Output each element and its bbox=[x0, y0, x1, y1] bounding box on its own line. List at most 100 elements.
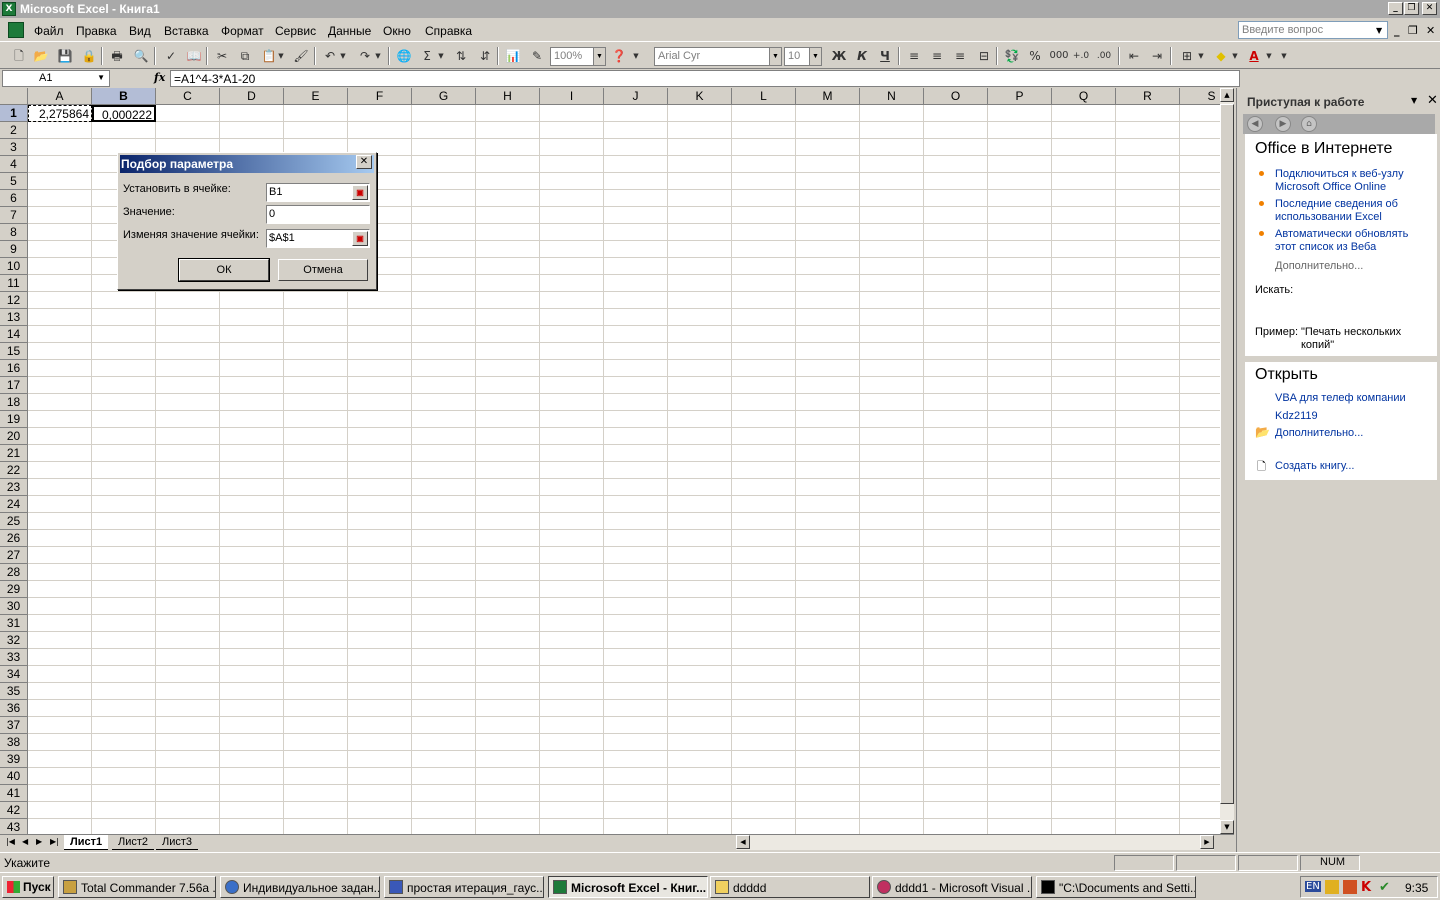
next-sheet-icon[interactable]: ▶ bbox=[36, 837, 42, 846]
column-header-o[interactable]: O bbox=[924, 88, 988, 105]
row-header-7[interactable]: 7 bbox=[0, 207, 28, 224]
task-individual[interactable]: Индивидуальное задан... bbox=[220, 876, 380, 898]
scroll-down-icon[interactable]: ▼ bbox=[1220, 820, 1234, 834]
save-icon[interactable]: 💾 bbox=[56, 47, 74, 65]
prev-sheet-icon[interactable]: ◀ bbox=[22, 837, 28, 846]
doc-minimize-icon[interactable]: _ bbox=[1394, 24, 1400, 37]
task-console[interactable]: "C:\Documents and Setti... bbox=[1036, 876, 1196, 898]
row-header-36[interactable]: 36 bbox=[0, 700, 28, 717]
close-icon[interactable]: ✕ bbox=[356, 155, 372, 169]
row-header-26[interactable]: 26 bbox=[0, 530, 28, 547]
column-header-r[interactable]: R bbox=[1116, 88, 1180, 105]
menu-view[interactable]: Вид bbox=[129, 24, 151, 38]
column-header-h[interactable]: H bbox=[476, 88, 540, 105]
increase-decimal-icon[interactable]: +.0 bbox=[1072, 47, 1090, 65]
align-center-icon[interactable]: ≡ bbox=[928, 47, 946, 65]
row-header-13[interactable]: 13 bbox=[0, 309, 28, 326]
thousands-separator-button[interactable]: 000 bbox=[1048, 47, 1070, 65]
set-cell-input[interactable]: B1 ▣ bbox=[266, 183, 370, 202]
vertical-scrollbar[interactable]: ▲ ▼ bbox=[1220, 88, 1234, 834]
ask-question-input[interactable]: Введите вопрос bbox=[1238, 21, 1388, 39]
chart-wizard-icon[interactable]: 📊 bbox=[504, 47, 522, 65]
row-header-16[interactable]: 16 bbox=[0, 360, 28, 377]
toolbar-options-icon[interactable]: ▼ bbox=[1278, 47, 1290, 65]
row-header-32[interactable]: 32 bbox=[0, 632, 28, 649]
row-header-30[interactable]: 30 bbox=[0, 598, 28, 615]
format-painter-icon[interactable]: 🖌 bbox=[292, 47, 310, 65]
column-header-a[interactable]: A bbox=[28, 88, 92, 105]
column-header-n[interactable]: N bbox=[860, 88, 924, 105]
row-header-5[interactable]: 5 bbox=[0, 173, 28, 190]
row-header-11[interactable]: 11 bbox=[0, 275, 28, 292]
forward-icon[interactable]: ▶ bbox=[1275, 116, 1291, 132]
spelling-icon[interactable]: ✓ bbox=[162, 47, 180, 65]
changing-cell-input[interactable]: $A$1 ▣ bbox=[266, 229, 370, 248]
chevron-down-icon[interactable]: ▼ bbox=[1264, 47, 1274, 65]
redo-icon[interactable]: ↷ bbox=[356, 47, 374, 65]
column-header-g[interactable]: G bbox=[412, 88, 476, 105]
tray-icon[interactable] bbox=[1343, 880, 1357, 894]
row-header-42[interactable]: 42 bbox=[0, 802, 28, 819]
row-header-37[interactable]: 37 bbox=[0, 717, 28, 734]
row-header-40[interactable]: 40 bbox=[0, 768, 28, 785]
task-folder[interactable]: ddddd bbox=[710, 876, 870, 898]
copy-icon[interactable]: ⧉ bbox=[236, 47, 254, 65]
menu-file[interactable]: Файл bbox=[34, 24, 64, 38]
task-total-commander[interactable]: Total Commander 7.56a ... bbox=[58, 876, 216, 898]
ok-button[interactable]: ОК bbox=[179, 259, 269, 281]
task-excel[interactable]: Microsoft Excel - Книг... bbox=[548, 876, 708, 898]
row-header-14[interactable]: 14 bbox=[0, 326, 28, 343]
row-header-18[interactable]: 18 bbox=[0, 394, 28, 411]
task-visual-studio[interactable]: dddd1 - Microsoft Visual ... bbox=[872, 876, 1032, 898]
print-icon[interactable]: 🖶 bbox=[108, 47, 126, 65]
select-all-corner[interactable] bbox=[0, 88, 28, 105]
font-size-combo[interactable]: 10 ▼ bbox=[784, 47, 822, 66]
link-more-online[interactable]: Дополнительно... bbox=[1275, 260, 1425, 273]
row-header-12[interactable]: 12 bbox=[0, 292, 28, 309]
name-box[interactable]: A1 ▼ bbox=[2, 70, 110, 87]
row-header-6[interactable]: 6 bbox=[0, 190, 28, 207]
column-header-p[interactable]: P bbox=[988, 88, 1052, 105]
link-latest-news[interactable]: Последние сведения об использовании Exce… bbox=[1275, 198, 1425, 224]
link-create-workbook[interactable]: Создать книгу... bbox=[1275, 460, 1425, 473]
currency-icon[interactable]: 💱 bbox=[1003, 47, 1021, 65]
first-sheet-icon[interactable]: |◀ bbox=[6, 837, 15, 846]
doc-restore-icon[interactable]: ❐ bbox=[1408, 24, 1418, 37]
font-combo[interactable]: Arial Cyr ▼ bbox=[654, 47, 782, 66]
row-header-35[interactable]: 35 bbox=[0, 683, 28, 700]
row-header-38[interactable]: 38 bbox=[0, 734, 28, 751]
column-header-s[interactable]: S bbox=[1180, 88, 1220, 105]
insert-function-icon[interactable]: fx bbox=[154, 71, 165, 84]
column-header-j[interactable]: J bbox=[604, 88, 668, 105]
fill-color-icon[interactable]: ◆ bbox=[1212, 47, 1230, 65]
chevron-down-icon[interactable]: ▼ bbox=[373, 47, 383, 65]
font-color-icon[interactable]: A bbox=[1245, 47, 1263, 65]
row-header-8[interactable]: 8 bbox=[0, 224, 28, 241]
toolbar-options-icon[interactable]: ▼ bbox=[630, 47, 642, 65]
merge-center-icon[interactable]: ⊟ bbox=[975, 47, 993, 65]
underline-button[interactable]: Ч bbox=[876, 47, 894, 65]
hyperlink-icon[interactable]: 🌐 bbox=[395, 47, 413, 65]
column-header-f[interactable]: F bbox=[348, 88, 412, 105]
link-office-online[interactable]: Подключиться к веб-узлу Microsoft Office… bbox=[1275, 168, 1425, 194]
borders-icon[interactable]: ⊞ bbox=[1178, 47, 1196, 65]
zoom-combo[interactable]: 100% ▼ bbox=[550, 47, 606, 66]
sheet-tab-1[interactable]: Лист1 bbox=[64, 835, 109, 850]
last-sheet-icon[interactable]: ▶| bbox=[50, 837, 59, 846]
check-icon[interactable]: ✔ bbox=[1379, 880, 1393, 895]
permission-icon[interactable]: 🔒 bbox=[80, 47, 98, 65]
align-left-icon[interactable]: ≡ bbox=[905, 47, 923, 65]
row-header-2[interactable]: 2 bbox=[0, 122, 28, 139]
chevron-down-icon[interactable]: ▼ bbox=[593, 48, 605, 65]
chevron-down-icon[interactable]: ▼ bbox=[276, 47, 286, 65]
chevron-down-icon[interactable]: ▼ bbox=[338, 47, 348, 65]
column-header-i[interactable]: I bbox=[540, 88, 604, 105]
sheet-tab-2[interactable]: Лист2 bbox=[112, 835, 155, 850]
antivirus-icon[interactable]: K bbox=[1361, 880, 1375, 895]
chevron-down-icon[interactable]: ▼ bbox=[1230, 47, 1240, 65]
cell-a1[interactable]: 2,275864 bbox=[28, 105, 92, 122]
doc-close-icon[interactable]: ✕ bbox=[1426, 24, 1435, 37]
dialog-title-bar[interactable]: Подбор параметра bbox=[120, 155, 374, 173]
chevron-down-icon[interactable]: ▼ bbox=[1376, 26, 1382, 35]
menu-help[interactable]: Справка bbox=[425, 24, 472, 38]
